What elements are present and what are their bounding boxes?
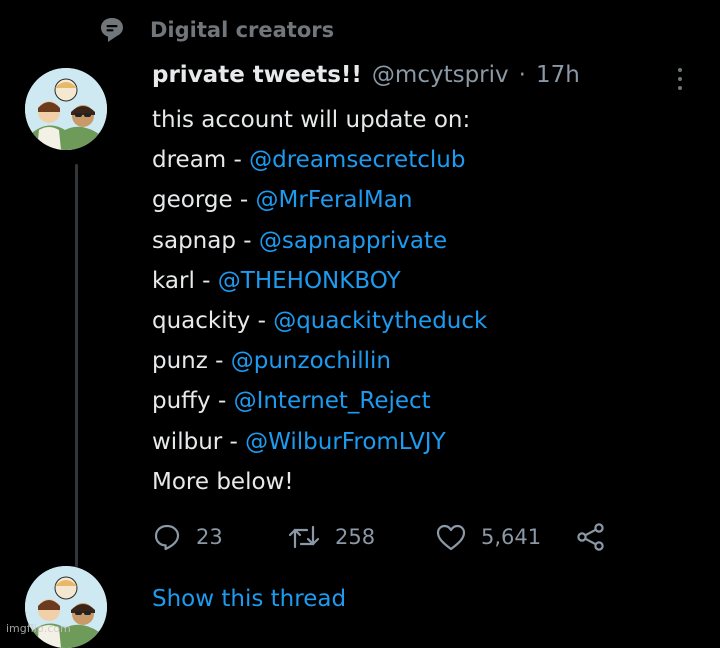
retweet-icon xyxy=(287,522,321,552)
more-options-icon[interactable] xyxy=(668,64,692,94)
tweet-line: quackity - @quackitytheduck xyxy=(152,301,692,341)
tweet-outro: More below! xyxy=(152,468,294,495)
thread-avatar[interactable] xyxy=(25,566,107,648)
separator-dot: · xyxy=(518,62,526,88)
show-thread-link[interactable]: Show this thread xyxy=(152,586,346,612)
topic-icon xyxy=(100,17,124,43)
heart-icon xyxy=(435,522,467,552)
tweet-line: dream - @dreamsecretclub xyxy=(152,140,692,180)
reply-icon xyxy=(152,522,182,552)
tweet-line: punz - @punzochillin xyxy=(152,341,692,381)
mention-link[interactable]: @Internet_Reject xyxy=(234,388,431,414)
tweet-text: this account will update on: dream - @dr… xyxy=(152,100,692,502)
tweet-line: george - @MrFeralMan xyxy=(152,180,692,220)
member-name: puffy - xyxy=(152,388,234,415)
watermark: imgflip.com xyxy=(6,622,71,635)
display-name[interactable]: private tweets!! xyxy=(152,62,362,88)
member-name: punz - xyxy=(152,348,231,375)
mention-link[interactable]: @punzochillin xyxy=(231,348,391,374)
like-count: 5,641 xyxy=(481,525,542,549)
timestamp[interactable]: 17h xyxy=(536,62,580,88)
social-context[interactable]: Digital creators xyxy=(100,14,334,46)
mention-link[interactable]: @MrFeralMan xyxy=(256,187,413,213)
tweet-line: wilbur - @WilburFromLVJY xyxy=(152,422,692,462)
member-name: quackity - xyxy=(152,307,274,334)
tweet-header: private tweets!! @mcytspriv · 17h xyxy=(152,62,580,98)
member-name: wilbur - xyxy=(152,428,246,455)
avatar[interactable] xyxy=(25,68,107,150)
mention-link[interactable]: @WilburFromLVJY xyxy=(245,429,446,455)
tweet-line: puffy - @Internet_Reject xyxy=(152,381,692,421)
social-context-label: Digital creators xyxy=(150,18,335,42)
mention-link[interactable]: @quackitytheduck xyxy=(273,308,487,334)
reply-count: 23 xyxy=(196,525,223,549)
username-handle[interactable]: @mcytspriv xyxy=(372,62,509,88)
like-button[interactable]: 5,641 xyxy=(435,522,575,552)
retweet-button[interactable]: 258 xyxy=(287,522,435,552)
member-name: dream - xyxy=(152,147,250,174)
tweet-line: sapnap - @sapnapprivate xyxy=(152,221,692,261)
member-name: karl - xyxy=(152,267,218,294)
member-name: george - xyxy=(152,187,256,214)
member-name: sapnap - xyxy=(152,227,259,254)
reply-button[interactable]: 23 xyxy=(152,522,287,552)
tweet-line: karl - @THEHONKBOY xyxy=(152,261,692,301)
thread-connector-line xyxy=(75,164,78,567)
tweet-intro: this account will update on: xyxy=(152,107,471,133)
mention-link[interactable]: @THEHONKBOY xyxy=(218,268,401,294)
mention-link[interactable]: @dreamsecretclub xyxy=(249,147,465,173)
mention-link[interactable]: @sapnapprivate xyxy=(259,228,447,254)
retweet-count: 258 xyxy=(335,525,376,549)
share-button[interactable] xyxy=(575,522,607,552)
share-icon xyxy=(575,522,607,552)
tweet-action-bar: 23 258 5,641 xyxy=(152,520,607,554)
